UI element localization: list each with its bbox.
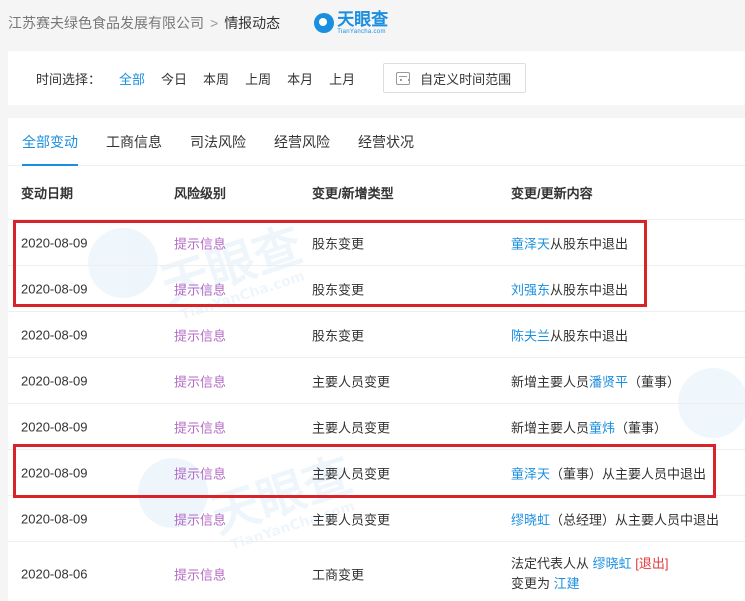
tab-bar: 全部变动 工商信息 司法风险 经营风险 经营状况 [8,118,745,166]
row-type: 主要人员变更 [312,374,391,389]
row-risk[interactable]: 提示信息 [174,417,226,436]
person-link[interactable]: 童泽天 [511,236,550,251]
row-content: 新增主要人员童炜（董事） [511,417,667,436]
tab-operating-status[interactable]: 经营状况 [358,132,414,165]
breadcrumb-separator: > [210,15,219,31]
row-content: 童泽天从股东中退出 [511,233,628,252]
row-content-text: 从股东中退出 [550,282,629,297]
logo-name: 天眼查 [337,10,389,29]
row-date: 2020-08-06 [21,566,88,581]
logo-domain: TianYancha.com [337,29,386,35]
row-date: 2020-08-09 [21,327,88,342]
table-row: 2020-08-09 提示信息 主要人员变更 新增主要人员童炜（董事） [8,404,745,450]
person-link[interactable]: 缪晓虹 [511,512,550,527]
tab-operating-risk[interactable]: 经营风险 [274,132,330,165]
table-row: 2020-08-09 提示信息 主要人员变更 童泽天（董事）从主要人员中退出 [8,450,745,496]
row-content-prefix: 新增主要人员 [511,374,590,389]
row-content-prefix: 新增主要人员 [511,420,590,435]
row-risk[interactable]: 提示信息 [174,509,226,528]
row-content-text: （总经理）从主要人员中退出 [550,512,720,527]
row-risk[interactable]: 提示信息 [174,233,226,252]
person-link[interactable]: 江建 [554,576,580,591]
row-content-prefix: 变更为 [511,575,554,591]
row-date: 2020-08-09 [21,511,88,526]
row-type: 主要人员变更 [312,466,391,481]
header-change-content: 变更/更新内容 [511,186,593,201]
filter-option-this-week[interactable]: 本周 [203,69,229,88]
filter-option-today[interactable]: 今日 [161,69,187,88]
row-content: 童泽天（董事）从主要人员中退出 [511,463,706,482]
table-header: 变动日期 风险级别 变更/新增类型 变更/更新内容 [8,166,745,220]
row-type: 股东变更 [312,236,365,251]
person-link[interactable]: 童泽天 [511,466,550,481]
table-row: 2020-08-09 提示信息 股东变更 陈夫兰从股东中退出 [8,312,745,358]
time-filter-label: 时间选择： [36,71,102,87]
filter-option-all[interactable]: 全部 [119,69,145,88]
filter-option-last-month[interactable]: 上月 [329,69,355,88]
person-link[interactable]: 潘贤平 [589,374,628,389]
row-content: 法定代表人从 缪晓虹 [退出] 变更为 江建 [511,554,669,594]
row-content-prefix: 法定代表人从 [511,555,593,571]
row-content-text: 从股东中退出 [550,236,629,251]
row-content: 新增主要人员潘贤平（董事） [511,371,680,390]
header-risk-level: 风险级别 [174,186,227,201]
row-content-text: （董事） [628,374,681,389]
tab-all-changes[interactable]: 全部变动 [22,132,78,166]
calendar-icon [396,71,411,85]
exit-tag: [退出] [635,555,669,571]
row-date: 2020-08-09 [21,235,88,250]
custom-range-label: 自定义时间范围 [420,71,512,87]
row-risk[interactable]: 提示信息 [174,463,226,482]
person-link[interactable]: 刘强东 [511,282,550,297]
person-link[interactable]: 陈夫兰 [511,328,550,343]
row-content-text: （董事） [615,420,668,435]
row-type: 股东变更 [312,282,365,297]
row-date: 2020-08-09 [21,281,88,296]
row-date: 2020-08-09 [21,419,88,434]
changes-panel: 天眼查 TianYanCha.com 天眼查 TianYanCha.com 全部… [8,118,745,601]
row-risk[interactable]: 提示信息 [174,279,226,298]
row-type: 股东变更 [312,328,365,343]
table-row: 2020-08-09 提示信息 主要人员变更 新增主要人员潘贤平（董事） [8,358,745,404]
row-content: 缪晓虹（总经理）从主要人员中退出 [511,509,719,528]
table-row: 2020-08-09 提示信息 股东变更 童泽天从股东中退出 [8,220,745,266]
time-filter-bar: 时间选择： 全部 今日 本周 上周 本月 上月 自定义时间范围 [8,51,745,105]
row-type: 工商变更 [312,567,365,582]
breadcrumb-current: 情报动态 [224,15,281,31]
person-link[interactable]: 缪晓虹 [593,556,632,571]
row-content: 刘强东从股东中退出 [511,279,628,298]
breadcrumb-company[interactable]: 江苏赛夫绿色食品发展有限公司 [8,13,204,33]
tianyancha-logo: 天眼查 TianYancha.com [314,11,388,35]
table-row: 2020-08-06 提示信息 工商变更 法定代表人从 缪晓虹 [退出] 变更为… [8,542,745,601]
row-date: 2020-08-09 [21,373,88,388]
row-content: 陈夫兰从股东中退出 [511,325,628,344]
tab-judicial-risk[interactable]: 司法风险 [190,132,246,165]
row-type: 主要人员变更 [312,420,391,435]
filter-option-last-week[interactable]: 上周 [245,69,271,88]
row-risk[interactable]: 提示信息 [174,564,226,583]
logo-eye-icon [314,13,335,33]
header-date: 变动日期 [21,186,74,201]
person-link[interactable]: 童炜 [589,420,615,435]
filter-option-this-month[interactable]: 本月 [287,69,313,88]
breadcrumb: 江苏赛夫绿色食品发展有限公司 > 情报动态 天眼查 TianYancha.com [0,0,745,46]
table-row: 2020-08-09 提示信息 主要人员变更 缪晓虹（总经理）从主要人员中退出 [8,496,745,542]
row-content-text: （董事）从主要人员中退出 [550,466,707,481]
row-date: 2020-08-09 [21,465,88,480]
custom-range-button[interactable]: 自定义时间范围 [383,63,527,93]
row-risk[interactable]: 提示信息 [174,325,226,344]
row-risk[interactable]: 提示信息 [174,371,226,390]
header-change-type: 变更/新增类型 [312,186,394,201]
row-type: 主要人员变更 [312,512,391,527]
tab-business-info[interactable]: 工商信息 [106,132,162,165]
row-content-text: 从股东中退出 [550,328,629,343]
table-row: 2020-08-09 提示信息 股东变更 刘强东从股东中退出 [8,266,745,312]
